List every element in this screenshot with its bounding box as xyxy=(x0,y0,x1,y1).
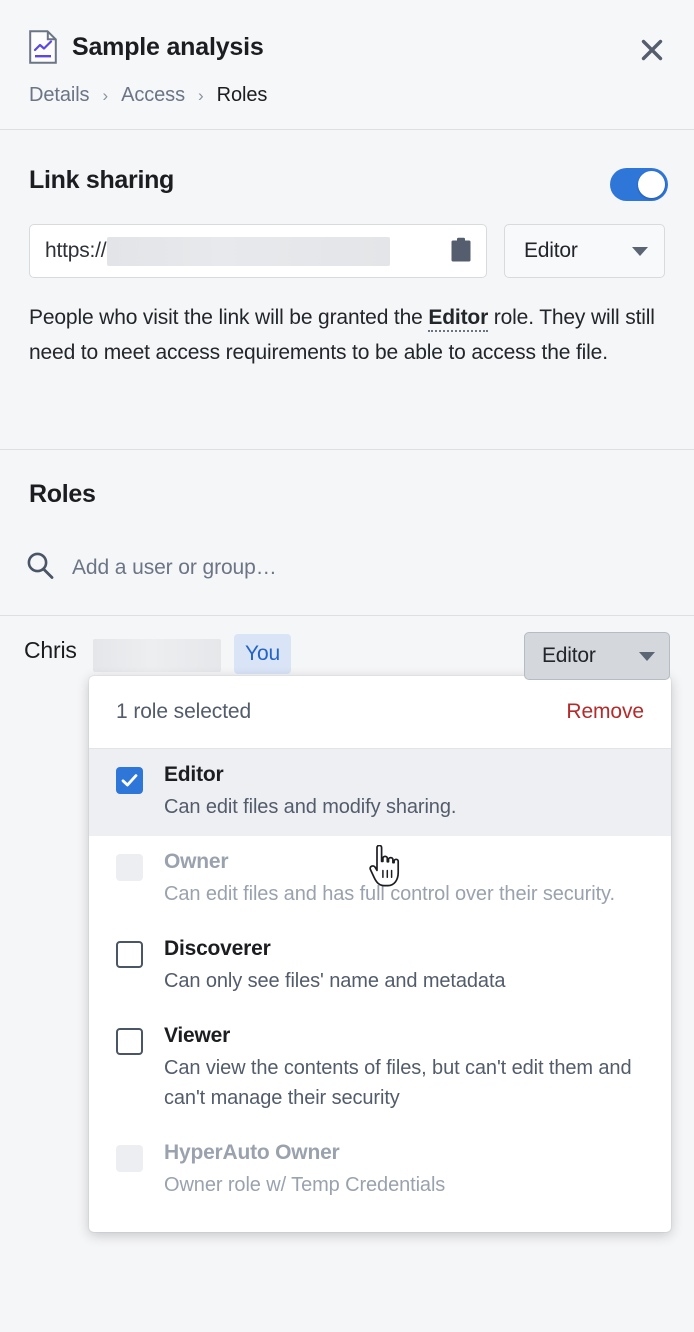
role-option-discoverer[interactable]: Discoverer Can only see files' name and … xyxy=(89,923,671,1010)
toggle-knob xyxy=(638,171,665,198)
copy-link-button[interactable] xyxy=(446,237,476,267)
roles-section: Roles Add a user or group… xyxy=(0,450,694,616)
chevron-down-icon xyxy=(632,246,648,256)
role-option-name: Viewer xyxy=(164,1024,231,1047)
selected-count-label: 1 role selected xyxy=(116,700,252,723)
role-option-name: Discoverer xyxy=(164,937,271,960)
description-role-emphasis: Editor xyxy=(428,306,488,332)
role-option-name: Owner xyxy=(164,850,229,873)
link-sharing-section: Link sharing https:// Editor People who … xyxy=(0,130,694,450)
role-option-description: Can view the contents of files, but can'… xyxy=(164,1057,632,1109)
breadcrumb-item-details[interactable]: Details xyxy=(29,84,90,107)
role-option-description: Can edit files and has full control over… xyxy=(164,883,615,905)
link-role-value: Editor xyxy=(524,239,578,262)
search-icon xyxy=(25,550,55,585)
role-option-editor[interactable]: Editor Can edit files and modify sharing… xyxy=(89,749,671,836)
page-title: Sample analysis xyxy=(72,32,264,61)
user-name: Chris xyxy=(24,637,77,663)
checkbox-unchecked-icon[interactable] xyxy=(116,1028,143,1055)
breadcrumb-item-roles[interactable]: Roles xyxy=(217,84,268,107)
remove-button[interactable]: Remove xyxy=(566,700,644,724)
user-role-dropdown-button[interactable]: Editor xyxy=(524,632,670,680)
link-sharing-heading: Link sharing xyxy=(29,166,175,194)
link-sharing-description: People who visit the link will be grante… xyxy=(29,300,659,370)
link-sharing-toggle[interactable] xyxy=(610,168,668,201)
description-prefix: People who visit the link will be grante… xyxy=(29,306,429,329)
close-button[interactable] xyxy=(632,30,672,70)
share-dialog: Sample analysis Details › Access › Roles… xyxy=(0,0,694,1332)
clipboard-icon xyxy=(450,237,472,268)
role-option-description: Can only see files' name and metadata xyxy=(164,970,506,992)
close-icon xyxy=(639,37,665,63)
role-option-owner: Owner Can edit files and has full contro… xyxy=(89,836,671,923)
search-input-placeholder: Add a user or group… xyxy=(72,555,277,579)
role-option-name: HyperAuto Owner xyxy=(164,1141,340,1164)
breadcrumb-item-access[interactable]: Access xyxy=(121,84,185,107)
dropdown-header: 1 role selected Remove xyxy=(89,676,671,749)
link-role-dropdown[interactable]: Editor xyxy=(504,224,665,278)
role-option-hyperauto-owner: HyperAuto Owner Owner role w/ Temp Crede… xyxy=(89,1127,671,1214)
user-role-value: Editor xyxy=(542,644,596,667)
breadcrumb-separator-icon: › xyxy=(197,86,204,105)
title-row: Sample analysis xyxy=(29,30,264,64)
role-option-viewer[interactable]: Viewer Can view the contents of files, b… xyxy=(89,1010,671,1127)
checkbox-disabled-icon xyxy=(116,854,143,881)
roles-heading: Roles xyxy=(29,480,96,508)
add-user-search[interactable]: Add a user or group… xyxy=(25,550,277,585)
dialog-header: Sample analysis Details › Access › Roles xyxy=(0,0,694,130)
checkbox-disabled-icon xyxy=(116,1145,143,1172)
user-email-redacted xyxy=(93,639,221,672)
share-link-prefix: https:// xyxy=(45,239,107,262)
document-chart-icon xyxy=(29,30,57,64)
you-badge: You xyxy=(234,634,292,674)
role-option-name: Editor xyxy=(164,763,224,786)
checkbox-unchecked-icon[interactable] xyxy=(116,941,143,968)
role-option-description: Can edit files and modify sharing. xyxy=(164,796,457,818)
share-link-input[interactable]: https:// xyxy=(29,224,487,278)
role-option-description: Owner role w/ Temp Credentials xyxy=(164,1174,446,1196)
share-link-redacted xyxy=(107,236,391,266)
role-selection-dropdown: 1 role selected Remove Editor Can edit f… xyxy=(89,676,671,1232)
chevron-down-icon xyxy=(639,651,655,661)
breadcrumb-separator-icon: › xyxy=(102,86,109,105)
breadcrumb: Details › Access › Roles xyxy=(29,84,267,107)
checkbox-checked-icon[interactable] xyxy=(116,767,143,794)
